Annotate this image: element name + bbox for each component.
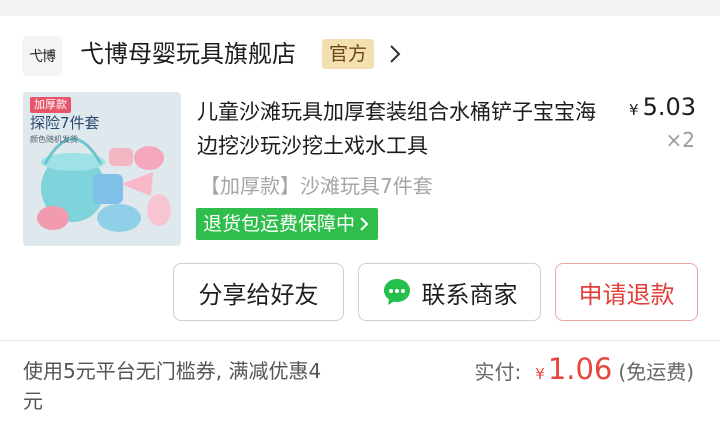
return-shipping-guarantee-badge[interactable]: 退货包运费保障中 — [196, 208, 379, 240]
product-price: ¥5.03 — [629, 93, 696, 121]
section-divider — [0, 340, 720, 341]
contact-seller-label: 联系商家 — [421, 280, 518, 309]
chat-bubble-icon — [383, 279, 410, 305]
chevron-right-icon[interactable] — [388, 44, 402, 64]
thumbnail-subline: 颜色随机发货 — [30, 135, 78, 144]
amount-paid-label: 实付: — [474, 360, 522, 384]
price-value: 5.03 — [642, 93, 696, 121]
store-header[interactable]: 弋博 弋博母婴玩具旗舰店 官方 — [0, 16, 720, 88]
chevron-right-icon — [360, 217, 369, 231]
store-logo[interactable]: 弋博 — [22, 36, 62, 76]
official-badge: 官方 — [322, 39, 375, 69]
amount-paid-currency: ¥ — [535, 365, 545, 383]
product-title[interactable]: 儿童沙滩玩具加厚套装组合水桶铲子宝宝海边挖沙玩沙挖土戏水工具 — [197, 95, 597, 163]
product-spec: 【加厚款】沙滩玩具7件套 — [200, 174, 433, 198]
guarantee-label: 退货包运费保障中 — [203, 213, 356, 235]
amount-paid-value: 1.06 — [547, 352, 613, 386]
top-spacer — [0, 0, 720, 16]
refund-button[interactable]: 申请退款 — [555, 263, 698, 321]
contact-seller-button[interactable]: 联系商家 — [358, 263, 541, 321]
thumbnail-tag: 加厚款 — [30, 97, 71, 113]
price-currency: ¥ — [629, 101, 639, 119]
store-name[interactable]: 弋博母婴玩具旗舰店 — [80, 37, 296, 71]
coupon-discount-note: 使用5元平台无门槛券, 满减优惠4元 — [23, 359, 322, 413]
product-thumbnail[interactable]: 加厚款 探险7件套 颜色随机发货 — [23, 92, 181, 246]
amount-paid: 实付: ¥ 1.06 (免运费) — [475, 352, 694, 386]
shipping-free-note: (免运费) — [618, 360, 694, 384]
product-quantity: ×2 — [665, 128, 695, 152]
share-button[interactable]: 分享给好友 — [173, 263, 344, 321]
thumbnail-headline: 探险7件套 — [30, 114, 100, 132]
